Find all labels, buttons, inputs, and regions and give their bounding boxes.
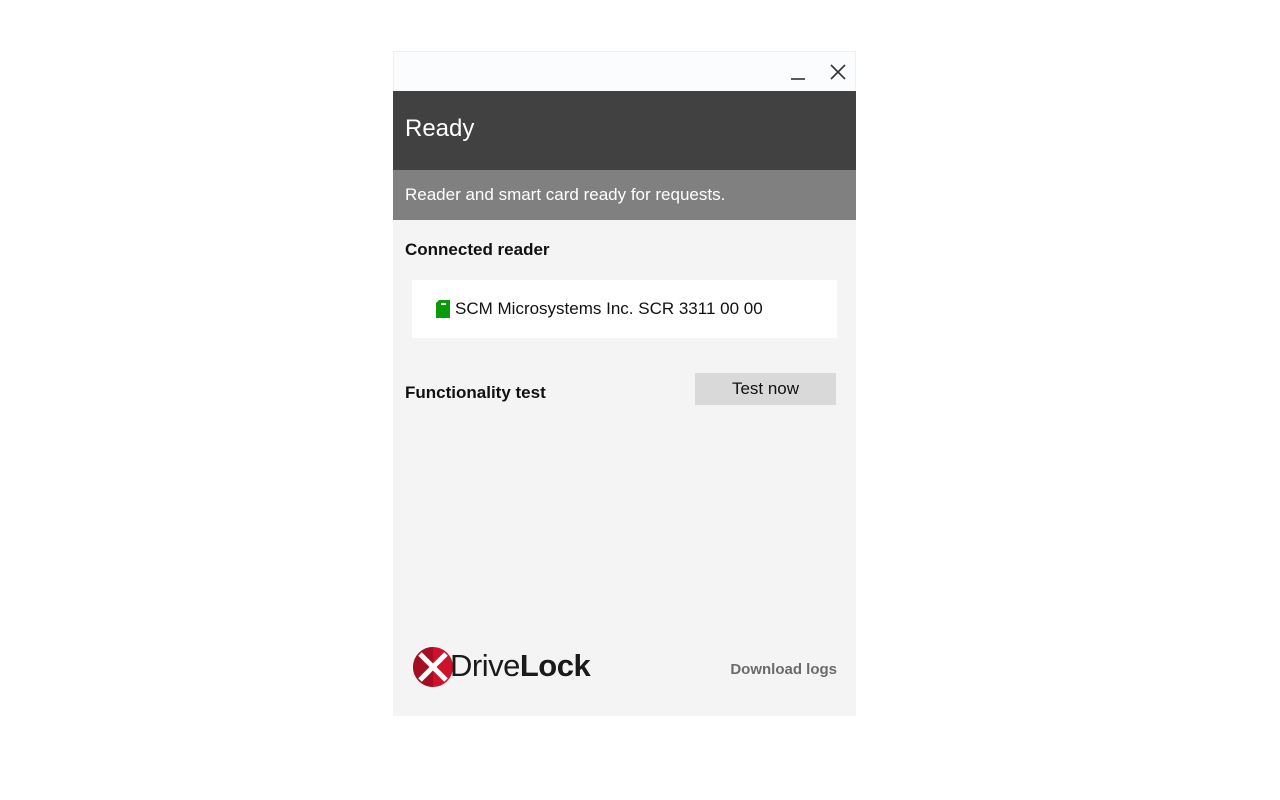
logo-drive: Drive — [450, 648, 520, 683]
status-header: Ready — [393, 91, 856, 170]
close-icon — [830, 64, 846, 80]
logo-wordmark: DriveLock — [450, 648, 591, 684]
smart-card-icon — [436, 300, 450, 318]
reader-name: SCM Microsystems Inc. SCR 3311 00 00 — [455, 299, 763, 318]
status-message: Reader and smart card ready for requests… — [405, 185, 726, 204]
title-bar — [393, 51, 856, 91]
download-logs-link[interactable]: Download logs — [730, 661, 837, 678]
drivelock-x-icon — [413, 647, 453, 687]
reader-list-item[interactable]: SCM Microsystems Inc. SCR 3311 00 00 — [412, 280, 837, 338]
minimize-icon — [791, 78, 805, 80]
functionality-test-label: Functionality test — [405, 383, 546, 402]
app-window: Ready Reader and smart card ready for re… — [393, 51, 856, 716]
connected-reader-label: Connected reader — [405, 240, 550, 259]
test-now-button[interactable]: Test now — [695, 373, 836, 405]
logo-lock: Lock — [519, 648, 591, 683]
drivelock-logo: DriveLock — [412, 645, 597, 689]
status-subheader: Reader and smart card ready for requests… — [393, 170, 856, 220]
minimize-button[interactable] — [784, 58, 812, 86]
close-button[interactable] — [824, 58, 852, 86]
status-title: Ready — [405, 115, 475, 142]
